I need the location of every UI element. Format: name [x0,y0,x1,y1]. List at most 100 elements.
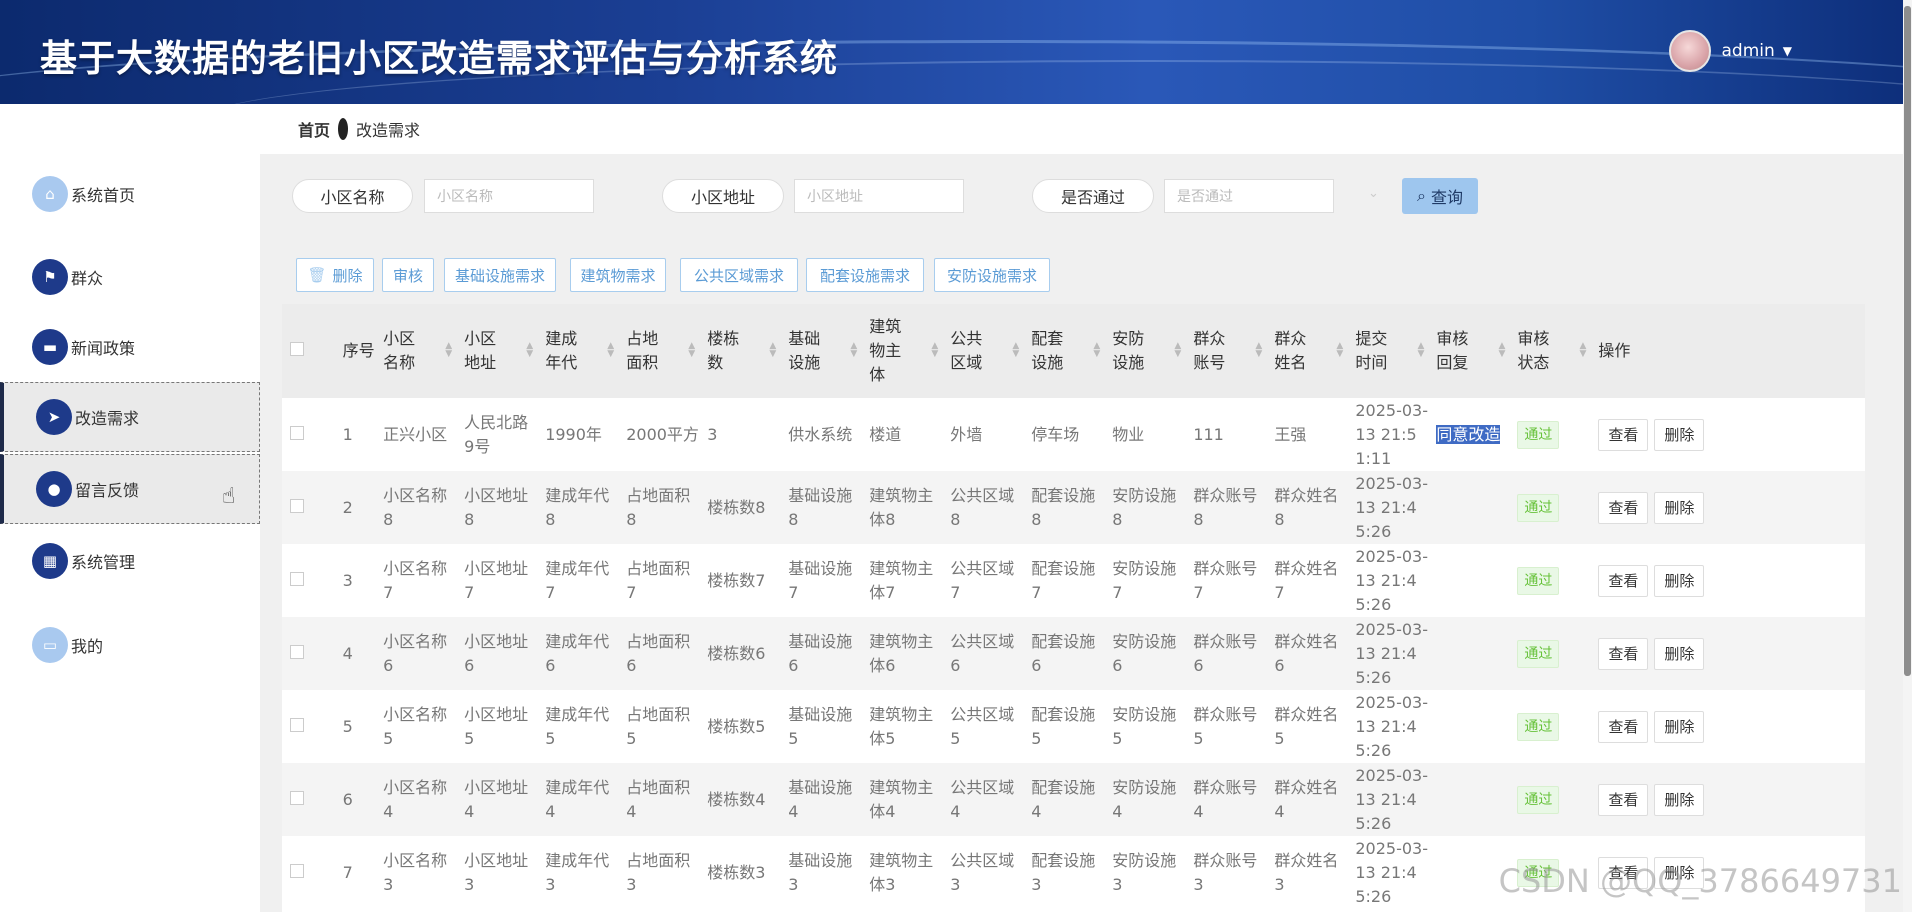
table-cell: 群众姓名7 [1274,558,1339,602]
sidebar-item-news[interactable]: ▬ 新闻政策 [0,312,260,382]
sort-icon: ▲ ▼ [1093,341,1101,359]
batch-delete-button[interactable]: 🗑 删除 [296,258,374,292]
status-badge: 通过 [1517,493,1560,522]
table-cell: 小区名称4 [383,777,448,821]
row-checkbox[interactable] [282,544,335,617]
table-cell: 建成年代5 [545,704,610,748]
delete-button[interactable]: 删除 [1654,564,1705,597]
row-actions: 查看 删除 [1590,617,1865,690]
view-button[interactable]: 查看 [1598,783,1649,816]
table-cell: 111 [1193,424,1224,444]
table-cell: 建成年代6 [545,631,610,675]
table-cell: 群众账号6 [1193,631,1258,675]
column-header[interactable]: 建筑物主体 ▲ ▼ [861,304,942,398]
column-header[interactable]: 小区名称 ▲ ▼ [375,304,456,398]
sidebar-item-label: 系统管理 [71,553,136,572]
column-header[interactable]: 审核状态 ▲ ▼ [1509,304,1590,398]
breadcrumb-current: 改造需求 [356,121,421,140]
table-cell: 通过 [1509,617,1590,690]
chevron-down-icon[interactable]: ⌄ [1368,186,1379,201]
table-cell: 占地面积7 [626,558,691,602]
username[interactable]: admin [1721,41,1774,61]
public-area-demand-button[interactable]: 公共区域需求 [680,258,798,292]
status-badge: 通过 [1517,712,1560,741]
column-header[interactable]: 楼栋数 ▲ ▼ [699,304,780,398]
infrastructure-demand-button[interactable]: 基础设施需求 [444,258,556,292]
view-button[interactable]: 查看 [1598,637,1649,670]
table-cell: 3 [707,424,718,444]
row-checkbox[interactable] [282,690,335,763]
column-header[interactable]: 提交时间 ▲ ▼ [1347,304,1428,398]
table-cell: 小区名称6 [383,631,448,675]
view-button[interactable]: 查看 [1598,564,1649,597]
view-button[interactable]: 查看 [1598,710,1649,743]
table-cell: 群众姓名4 [1274,777,1339,821]
sidebar-item-feedback[interactable]: ● 留言反馈 [0,454,260,524]
watermark: CSDN @QQ_3786649731 [1498,862,1902,900]
avatar[interactable] [1669,30,1712,72]
sort-icon: ▲ ▼ [1579,341,1587,359]
table-cell: 2025-03-13 21:45:26 [1355,619,1428,687]
column-header[interactable]: 配套设施 ▲ ▼ [1023,304,1104,398]
column-header[interactable]: 占地面积 ▲ ▼ [618,304,699,398]
delete-button[interactable]: 删除 [1654,491,1705,524]
delete-button[interactable]: 删除 [1654,418,1705,451]
security-facility-demand-button[interactable]: 安防设施需求 [934,258,1050,292]
column-header[interactable]: 审核回复 ▲ ▼ [1428,304,1509,398]
column-header[interactable]: 群众姓名 ▲ ▼ [1266,304,1347,398]
row-checkbox[interactable] [282,617,335,690]
scrollbar-thumb[interactable] [1904,6,1911,676]
page-scrollbar[interactable] [1903,0,1912,912]
column-header[interactable]: 公共区域 ▲ ▼ [942,304,1023,398]
breadcrumb-home[interactable]: 首页 [298,117,330,141]
table-row: 3 小区名称7 小区地址7 建成年代7 占地面积7 楼栋数7 基础设施7 建筑物主体7 公共区域… [282,544,1865,617]
column-header[interactable]: 建成年代 ▲ ▼ [537,304,618,398]
table-cell: 通过 [1509,544,1590,617]
table-cell: 建成年代4 [545,777,610,821]
sort-icon: ▲ ▼ [607,341,615,359]
table-cell: 安防设施4 [1112,777,1177,821]
sidebar-item-system[interactable]: ▦ 系统管理 [0,526,260,596]
table-cell: 建成年代8 [545,485,610,529]
sidebar-item-mine[interactable]: ▭ 我的 [0,610,260,680]
row-checkbox[interactable] [282,398,335,471]
row-checkbox[interactable] [282,836,335,909]
delete-button[interactable]: 删除 [1654,637,1705,670]
name-search-input[interactable]: 小区名称 [424,179,594,213]
delete-button[interactable]: 删除 [1654,710,1705,743]
supporting-facility-demand-button[interactable]: 配套设施需求 [806,258,924,292]
row-checkbox[interactable] [282,763,335,836]
sort-icon: ▲ ▼ [526,341,534,359]
user-menu[interactable]: admin ▼ [1669,30,1792,72]
view-button[interactable]: 查看 [1598,491,1649,524]
column-header[interactable]: 序号 [335,304,376,398]
table-cell: 2000平方 [626,424,699,444]
sidebar-item-renovation[interactable]: ➤ 改造需求 [0,382,260,452]
column-header[interactable]: 群众账号 ▲ ▼ [1185,304,1266,398]
table-cell: 4 [342,643,353,663]
audit-button[interactable]: 审核 [382,258,434,292]
row-checkbox[interactable] [282,471,335,544]
sort-icon: ▲ ▼ [1417,341,1425,359]
column-header[interactable]: 基础设施 ▲ ▼ [780,304,861,398]
building-demand-button[interactable]: 建筑物需求 [570,258,666,292]
table-cell: 人民北路9号 [464,412,529,456]
column-header[interactable]: 小区地址 ▲ ▼ [456,304,537,398]
table-cell: 建筑物主体3 [869,850,934,894]
address-search-input[interactable]: 小区地址 [794,179,964,213]
sidebar-item-home[interactable]: ⌂ 系统首页 [0,159,260,229]
column-header[interactable]: 安防设施 ▲ ▼ [1104,304,1185,398]
delete-button[interactable]: 删除 [1654,783,1705,816]
view-button[interactable]: 查看 [1598,418,1649,451]
select-all-checkbox[interactable] [282,304,335,398]
table-cell: 配套设施8 [1031,485,1096,529]
query-button[interactable]: ⌕ 查询 [1402,178,1478,214]
table-cell: 安防设施7 [1112,558,1177,602]
sidebar-item-masses[interactable]: ⚑ 群众 [0,242,260,312]
pass-select[interactable]: 是否通过 [1164,179,1334,213]
table-cell: 楼栋数5 [707,716,766,736]
sort-icon: ▲ ▼ [1336,341,1344,359]
table-cell [1428,471,1509,544]
caret-down-icon[interactable]: ▼ [1783,44,1792,58]
hand-cursor-icon: ☝ [222,484,236,509]
